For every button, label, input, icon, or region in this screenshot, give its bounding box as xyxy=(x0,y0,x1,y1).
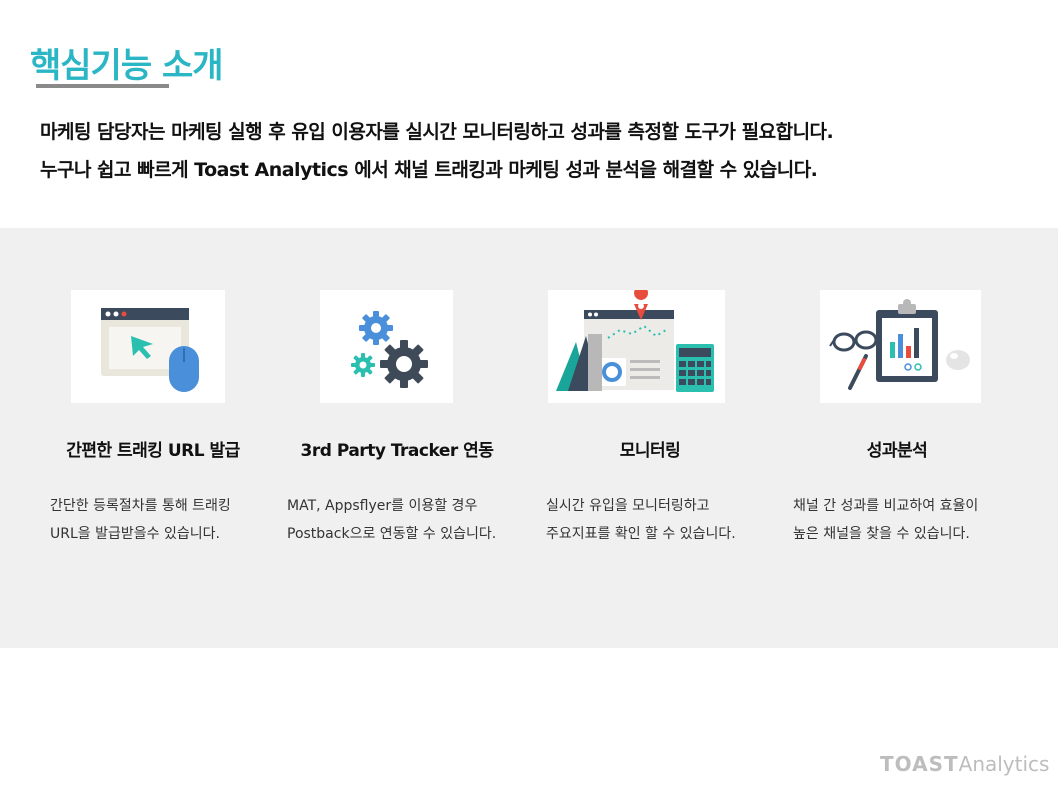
feature-desc-line: 높은 채널을 찾을 수 있습니다. xyxy=(793,526,970,542)
feature-title-tracking-url: 간편한 트래킹 URL 발급 xyxy=(66,441,240,461)
feature-desc-line: 실시간 유입을 모니터링하고 xyxy=(546,498,710,514)
intro-text: 마케팅 담당자는 마케팅 실행 후 유입 이용자를 실시간 모니터링하고 성과를… xyxy=(40,113,834,189)
feature-desc-line: 주요지표를 확인 할 수 있습니다. xyxy=(546,526,736,542)
feature-desc-3rd-party: MAT, Appsflyer를 이용할 경우 Postback으로 연동할 수 … xyxy=(287,492,496,548)
toast-analytics-logo: TOASTAnalytics xyxy=(880,752,1049,776)
gears-icon xyxy=(320,290,453,403)
feature-desc-line: 채널 간 성과를 비교하여 효율이 xyxy=(793,498,979,514)
intro-line-2: 누구나 쉽고 빠르게 Toast Analytics 에서 채널 트래킹과 마케… xyxy=(40,159,818,181)
logo-product: Analytics xyxy=(958,752,1050,776)
feature-title-3rd-party: 3rd Party Tracker 연동 xyxy=(300,441,494,461)
logo-brand: TOAST xyxy=(880,752,959,776)
dashboard-map-pin-icon xyxy=(548,286,725,403)
feature-title-monitoring: 모니터링 xyxy=(619,441,681,461)
feature-desc-performance: 채널 간 성과를 비교하여 효율이 높은 채널을 찾을 수 있습니다. xyxy=(793,492,978,548)
clipboard-report-icon xyxy=(820,290,981,403)
feature-desc-monitoring: 실시간 유입을 모니터링하고 주요지표를 확인 할 수 있습니다. xyxy=(546,492,736,548)
feature-desc-line: URL을 발급받을수 있습니다. xyxy=(50,526,220,542)
feature-desc-line: Postback으로 연동할 수 있습니다. xyxy=(287,526,497,542)
title-underline xyxy=(36,84,169,88)
feature-desc-tracking-url: 간단한 등록절차를 통해 트래킹 URL을 발급받을수 있습니다. xyxy=(50,492,231,548)
feature-desc-line: 간단한 등록절차를 통해 트래킹 xyxy=(50,498,231,514)
intro-line-1: 마케팅 담당자는 마케팅 실행 후 유입 이용자를 실시간 모니터링하고 성과를… xyxy=(40,121,834,143)
feature-desc-line: MAT, Appsflyer를 이용할 경우 xyxy=(287,498,478,514)
feature-title-performance: 성과분석 xyxy=(866,441,928,461)
page-title: 핵심기능 소개 xyxy=(30,46,224,86)
browser-cursor-mouse-icon xyxy=(71,290,225,403)
